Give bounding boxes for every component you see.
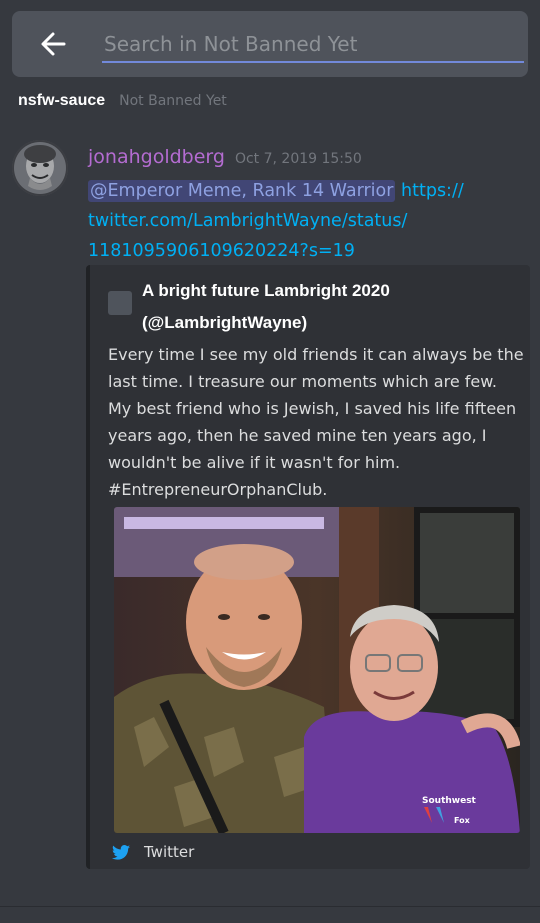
tweet-link-2[interactable]: twitter.com/LambrightWayne/status/ xyxy=(88,211,407,231)
search-bar xyxy=(12,11,528,77)
channel-name[interactable]: nsfw-sauce xyxy=(18,92,105,110)
divider xyxy=(0,906,540,907)
shirt-text: Southwest xyxy=(422,796,477,806)
shirt-text-2: Fox xyxy=(454,816,471,825)
embed-image[interactable]: Southwest Fox xyxy=(114,507,520,833)
twitter-bird-icon xyxy=(112,844,130,860)
embed-author-handle: (@LambrightWayne) xyxy=(142,313,308,332)
embed-author-icon xyxy=(108,291,132,315)
tweet-link-1[interactable]: https:// xyxy=(401,181,464,201)
message-content: @Emperor Meme, Rank 14 Warrior https:// … xyxy=(88,176,508,266)
timestamp: Oct 7, 2019 15:50 xyxy=(234,151,362,167)
embed-description: Every time I see my old friends it can a… xyxy=(108,345,529,499)
search-input[interactable] xyxy=(102,27,524,63)
channel-header: nsfw-sauce Not Banned Yet xyxy=(18,92,227,114)
back-arrow-icon[interactable] xyxy=(36,27,72,61)
user-mention[interactable]: @Emperor Meme, Rank 14 Warrior xyxy=(88,180,396,202)
tweet-link-3[interactable]: 1181095906109620224?s=19 xyxy=(88,241,355,261)
server-name: Not Banned Yet xyxy=(119,93,227,109)
embed-footer: Twitter xyxy=(112,843,194,861)
avatar[interactable] xyxy=(12,140,68,196)
embed-footer-text: Twitter xyxy=(144,843,195,861)
embed-author-name: A bright future Lambright 2020 xyxy=(142,281,390,300)
message-header: jonahgoldberg Oct 7, 2019 15:50 xyxy=(88,146,362,168)
username[interactable]: jonahgoldberg xyxy=(88,146,225,168)
embed-author[interactable]: A bright future Lambright 2020 (@Lambrig… xyxy=(142,275,522,339)
tweet-embed: A bright future Lambright 2020 (@Lambrig… xyxy=(86,265,530,869)
